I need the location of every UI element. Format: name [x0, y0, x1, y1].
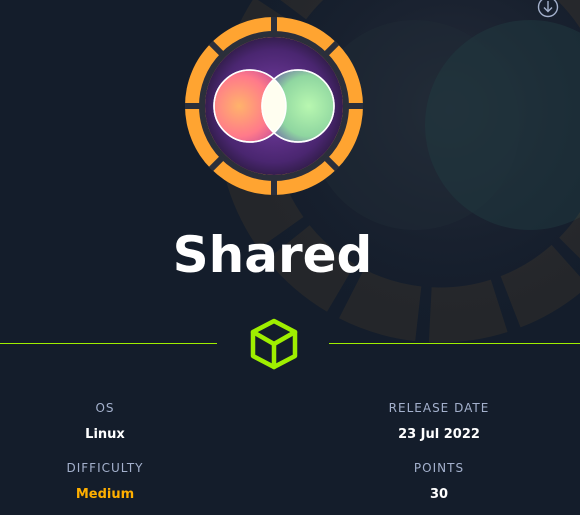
stat-release-date: RELEASE DATE 23 Jul 2022	[339, 401, 539, 442]
divider-line-right	[329, 343, 580, 344]
machine-logo	[183, 15, 365, 197]
cube-icon	[248, 317, 300, 371]
stat-os-value: Linux	[85, 427, 125, 442]
machine-name: Shared	[172, 226, 373, 284]
download-button[interactable]	[537, 0, 559, 18]
stat-points-label: POINTS	[413, 461, 465, 475]
stat-points-value: 30	[429, 487, 449, 502]
stat-release-date-label: RELEASE DATE	[388, 401, 490, 415]
stat-os: OS Linux	[5, 401, 205, 442]
stat-points: POINTS 30	[339, 461, 539, 502]
divider-line-left	[0, 343, 217, 344]
machine-logo-icon	[185, 17, 363, 195]
stat-difficulty-label: DIFFICULTY	[66, 461, 144, 475]
stat-difficulty-value: Medium	[75, 487, 135, 502]
stat-os-label: OS	[95, 401, 115, 415]
stat-difficulty: DIFFICULTY Medium	[5, 461, 205, 502]
download-circle-icon	[537, 0, 559, 18]
stat-release-date-value: 23 Jul 2022	[398, 427, 480, 442]
